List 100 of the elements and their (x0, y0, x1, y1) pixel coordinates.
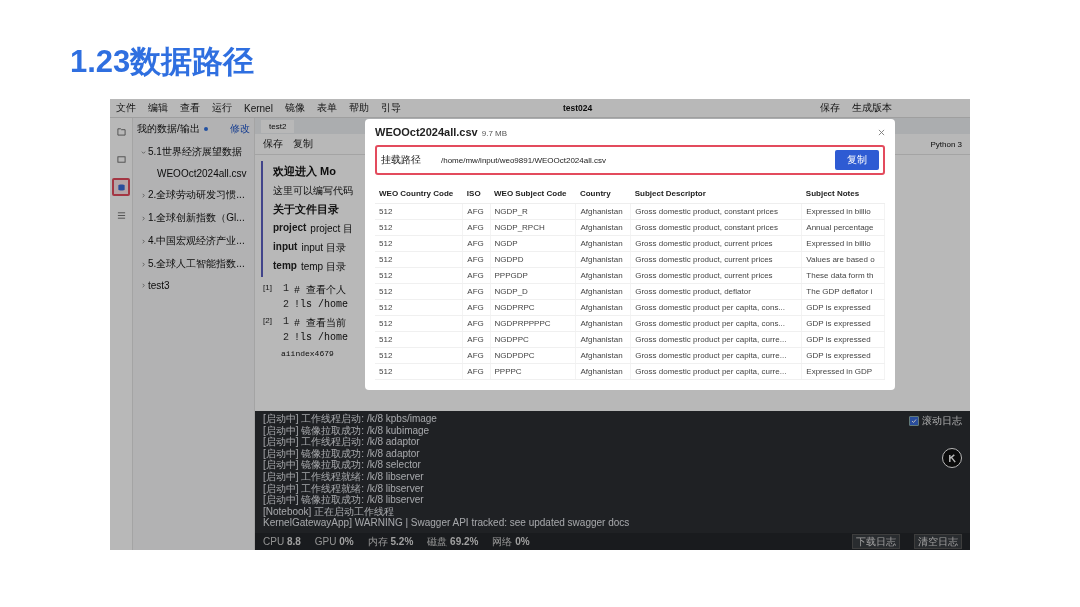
caret-icon (141, 261, 146, 267)
menu-item[interactable]: Kernel (244, 102, 273, 114)
table-cell: 512 (375, 267, 463, 284)
table-cell: AFG (462, 203, 490, 220)
directory-name: temp (273, 260, 297, 273)
tree-item[interactable]: 5.1世界经济展望数据 (137, 145, 250, 159)
table-cell: Afghanistan (575, 283, 631, 300)
table-cell: 512 (375, 283, 463, 300)
table-cell: 512 (375, 251, 463, 268)
table-cell: Afghanistan (575, 315, 631, 332)
caret-icon (141, 283, 146, 288)
checkbox[interactable] (909, 416, 919, 426)
tree-item[interactable]: 4.中国宏观经济产业... (137, 234, 250, 248)
cell-heading: 关于文件目录 (273, 203, 339, 217)
file-item[interactable]: WEOOct2024all.csv (137, 168, 250, 179)
log-line: [启动中] 工作线程启动: /k/8 adaptor (263, 437, 420, 448)
sidebar-tab[interactable] (112, 178, 130, 196)
cell-text: project 目 (310, 222, 354, 236)
status-metric: GPU 0% (314, 536, 354, 547)
table-cell: AFG (462, 347, 490, 364)
log-line: [启动中] 工作线程就绪: /k/8 libserver (263, 483, 425, 494)
database-icon (116, 182, 126, 192)
table-cell: GDP is expressed (801, 347, 885, 364)
table-cell: Afghanistan (575, 363, 631, 380)
tree-item[interactable]: 5.全球人工智能指数... (137, 257, 250, 271)
list-icon (116, 210, 126, 220)
logo-icon[interactable] (942, 448, 962, 468)
cell-prompt: [1] (263, 283, 273, 294)
kernel-status: Python 3 (930, 139, 962, 149)
cell-prompt: [2] (263, 316, 273, 327)
cell-output: aiindex4679 (280, 349, 334, 358)
menu-item[interactable]: 文件 (116, 101, 136, 115)
caret-icon (141, 238, 146, 244)
table-cell: 512 (375, 219, 463, 236)
table-cell: Expressed in GDP (801, 363, 885, 380)
table-cell: 512 (375, 203, 463, 220)
cell-heading: 欢迎进入 Mo (273, 164, 336, 179)
table-cell: 512 (375, 299, 463, 316)
table-cell: AFG (462, 235, 490, 252)
tree-item[interactable]: 2.全球劳动研发习惯... (137, 188, 250, 202)
table-cell: PPPGDP (490, 267, 576, 284)
menu-item[interactable]: 编辑 (148, 101, 168, 115)
table-cell: Expressed in billio (801, 203, 885, 220)
table-cell: Expressed in billio (801, 235, 885, 252)
folder-icon (116, 126, 126, 136)
table-cell: Afghanistan (575, 267, 631, 284)
log-line: [Notebook] 正在启动工作线程 (263, 506, 396, 518)
menu-item[interactable]: 表单 (316, 101, 337, 115)
panel-title: 我的数据/输出 (137, 122, 200, 136)
table-cell: NGDP (490, 235, 576, 252)
status-metric: CPU 8.8 (263, 536, 301, 547)
menu-item[interactable]: 查看 (180, 101, 200, 115)
menu-item[interactable]: 引导 (380, 101, 401, 115)
table-cell: 512 (375, 363, 463, 380)
log-line: [启动中] 镜像拉取成功: /k/8 libserver (263, 495, 425, 506)
log-line: [启动中] 镜像拉取成功: /k/8 selector (263, 460, 422, 471)
toolbar-button[interactable]: 复制 (293, 137, 313, 151)
slide-title: 1.23数据路径 (70, 43, 255, 81)
log-button[interactable]: 下载日志 (852, 534, 900, 549)
table-cell: NGDP_R (490, 203, 576, 220)
code-line: !ls /home (294, 299, 349, 310)
edit-link[interactable]: 修改 (230, 122, 250, 136)
table-cell: GDP is expressed (801, 299, 885, 316)
table-cell: AFG (462, 299, 490, 316)
menu-item[interactable]: 帮助 (348, 101, 369, 115)
table-cell: 512 (375, 347, 463, 364)
table-cell: NGDPD (490, 251, 576, 268)
table-cell: NGDP_D (490, 283, 576, 300)
table-cell: 512 (375, 331, 463, 348)
table-cell: NGDPDPC (490, 347, 576, 364)
log-line: KernelGatewayApp] WARNING | Swagger API tracked: see updated swagger docs (263, 518, 631, 529)
toolbar-button[interactable]: 保存 (263, 137, 283, 151)
table-cell: 512 (375, 235, 463, 252)
table-cell: AFG (462, 283, 490, 300)
table-cell: AFG (462, 331, 490, 348)
tree-item[interactable]: 1.全球创新指数（Gl... (137, 211, 250, 225)
menu-item[interactable]: 运行 (212, 101, 232, 115)
field-label: 挂载路径 (381, 153, 422, 167)
log-button[interactable]: 清空日志 (914, 534, 962, 549)
table-cell: Afghanistan (575, 235, 631, 252)
tree-item[interactable]: test3 (137, 280, 250, 291)
log-line: [启动中] 镜像拉取成功: /k/8 kubimage (263, 425, 431, 436)
table-cell: Afghanistan (575, 203, 631, 220)
directory-name: input (273, 241, 298, 254)
table-cell: AFG (462, 363, 490, 380)
toolbar-button[interactable]: 生成版本 (852, 101, 892, 115)
copy-button[interactable]: 复制 (835, 150, 879, 170)
table-cell: GDP is expressed (801, 331, 885, 348)
table-cell: Gross domestic product, current prices (630, 267, 802, 284)
line-number: 2 (283, 299, 289, 310)
close-button[interactable] (878, 129, 885, 136)
table-cell: 512 (375, 315, 463, 332)
column-header: ISO (462, 184, 490, 204)
file-size: 9.7 MB (481, 129, 508, 138)
directory-name: project (273, 222, 307, 235)
status-dot (203, 127, 208, 131)
table-cell: Afghanistan (575, 331, 631, 348)
notebook-tab[interactable]: test2 (261, 119, 295, 133)
toolbar-button[interactable]: 保存 (820, 101, 840, 115)
menu-item[interactable]: 镜像 (284, 101, 305, 115)
